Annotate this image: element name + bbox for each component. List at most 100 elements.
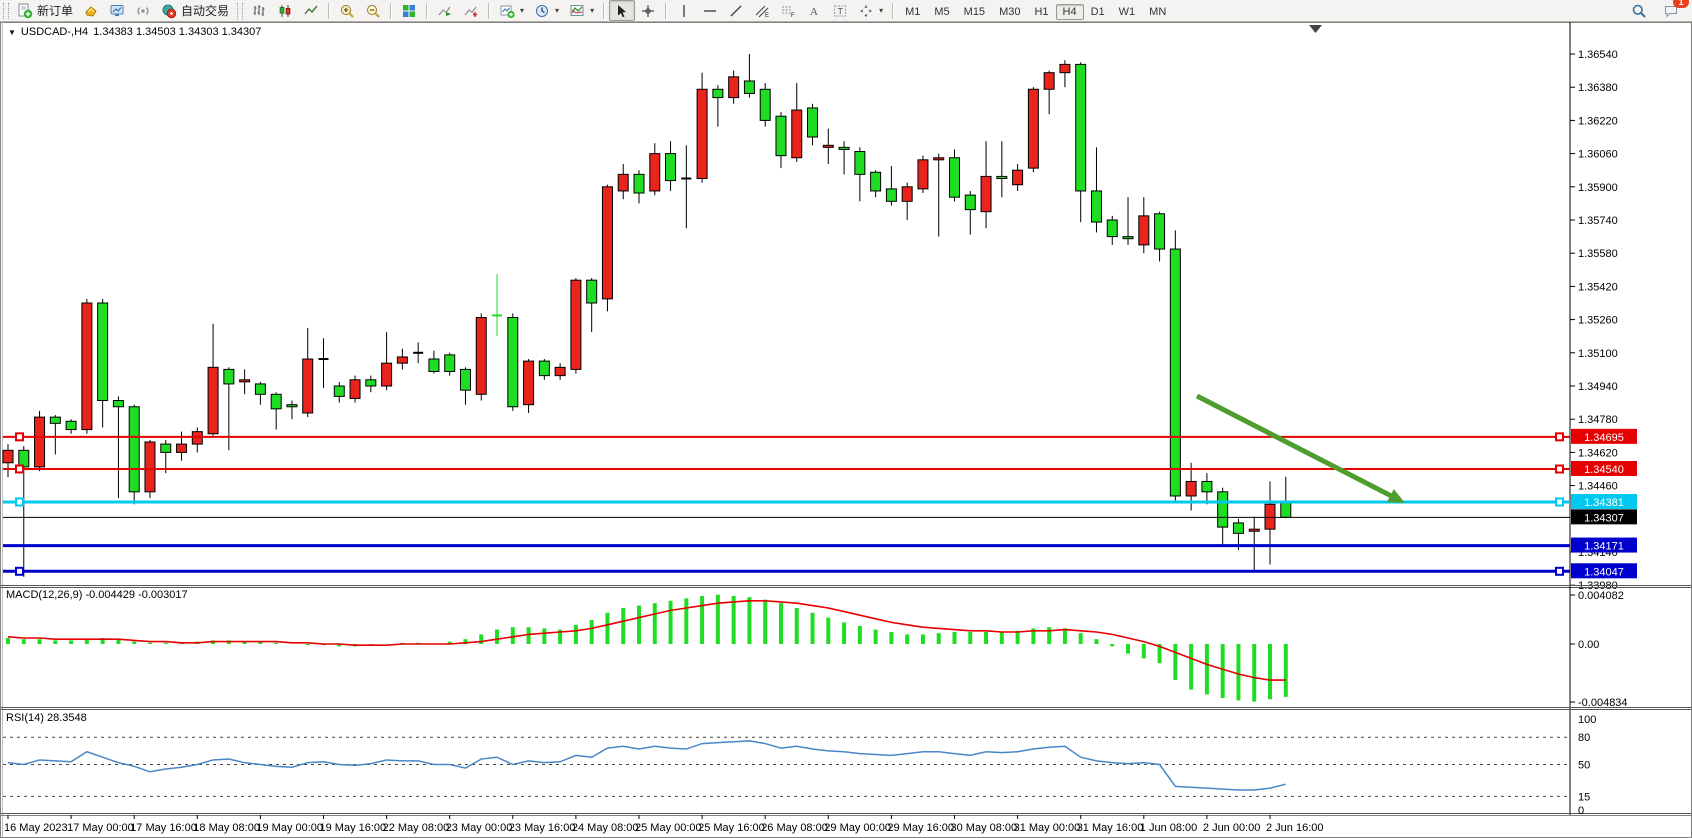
candle-body bbox=[760, 89, 770, 120]
candle-body bbox=[1202, 481, 1212, 491]
virtual-hosting-button[interactable] bbox=[104, 0, 130, 21]
periods-button[interactable]: ▾ bbox=[529, 0, 564, 21]
candle-body bbox=[145, 442, 155, 492]
search-button[interactable] bbox=[1626, 0, 1652, 21]
auto-scroll-button[interactable] bbox=[432, 0, 458, 21]
timeframe-button-H4[interactable]: H4 bbox=[1056, 4, 1084, 20]
zoom-in-button[interactable] bbox=[334, 0, 360, 21]
candle-body bbox=[1028, 89, 1038, 168]
new-chart-button[interactable]: ▾ bbox=[494, 0, 529, 21]
candle-body bbox=[113, 401, 123, 407]
candle-body bbox=[3, 450, 13, 462]
price-axis-tick-label: 1.35740 bbox=[1578, 215, 1618, 227]
zoom-in-icon bbox=[339, 3, 355, 19]
search-icon bbox=[1631, 3, 1647, 19]
cursor-tool-button[interactable] bbox=[609, 0, 635, 21]
zoom-out-icon bbox=[365, 3, 381, 19]
macd-indicator-label: MACD(12,26,9) -0.004429 -0.003017 bbox=[6, 589, 188, 601]
line-handle[interactable] bbox=[16, 466, 23, 473]
candle-body bbox=[271, 394, 281, 409]
crosshair-tool-button[interactable] bbox=[635, 0, 661, 21]
toolbar-grip[interactable] bbox=[237, 3, 243, 19]
svg-text:A: A bbox=[810, 6, 818, 18]
vertical-line-tool-button[interactable] bbox=[671, 0, 697, 21]
zoom-out-button[interactable] bbox=[360, 0, 386, 21]
horizontal-line-tool-button[interactable] bbox=[697, 0, 723, 21]
trendline-tool-button[interactable] bbox=[723, 0, 749, 21]
new-order-button[interactable]: 新订单 bbox=[12, 0, 78, 21]
price-axis-tick-label: 1.36380 bbox=[1578, 82, 1618, 94]
one-click-trading-collapse-icon[interactable]: ▼ bbox=[8, 28, 16, 37]
price-line-badge-label: 1.34047 bbox=[1584, 566, 1624, 578]
chart-window[interactable]: 1.365401.363801.362201.360601.359001.357… bbox=[0, 22, 1692, 838]
price-axis-tick-label: 1.36060 bbox=[1578, 149, 1618, 161]
tile-windows-button[interactable] bbox=[396, 0, 422, 21]
algo-trading-button[interactable]: 自动交易 bbox=[156, 0, 234, 21]
fibonacci-tool-button[interactable]: F bbox=[775, 0, 801, 21]
indicators-button[interactable]: ▾ bbox=[564, 0, 599, 21]
text-tool-button[interactable]: A bbox=[801, 0, 827, 21]
candle-body bbox=[1233, 523, 1243, 533]
timeframe-button-M5[interactable]: M5 bbox=[927, 4, 956, 20]
equidistant-channel-tool-button[interactable]: E bbox=[749, 0, 775, 21]
time-axis-label: 19 May 16:00 bbox=[320, 822, 387, 834]
candle-body bbox=[476, 318, 486, 395]
dropdown-caret-icon: ▾ bbox=[879, 6, 883, 15]
candle-body bbox=[918, 160, 928, 189]
timeframe-button-M15[interactable]: M15 bbox=[957, 4, 992, 20]
timeframe-button-D1[interactable]: D1 bbox=[1084, 4, 1112, 20]
clock-icon bbox=[534, 3, 550, 19]
price-axis-tick-label: 1.36220 bbox=[1578, 115, 1618, 127]
timeframe-button-MN[interactable]: MN bbox=[1142, 4, 1173, 20]
horizontal-line-icon bbox=[702, 3, 718, 19]
line-handle[interactable] bbox=[1556, 568, 1563, 575]
timeframe-button-H1[interactable]: H1 bbox=[1027, 4, 1055, 20]
time-axis-label: 26 May 08:00 bbox=[761, 822, 828, 834]
timeframe-button-W1[interactable]: W1 bbox=[1112, 4, 1143, 20]
line-handle[interactable] bbox=[16, 568, 23, 575]
candle-body bbox=[1281, 502, 1291, 518]
text-label-tool-button[interactable]: T bbox=[827, 0, 853, 21]
candle-body bbox=[35, 417, 45, 467]
toolbar-grip[interactable] bbox=[3, 3, 9, 19]
time-axis-label: 23 May 00:00 bbox=[446, 822, 513, 834]
toolbar-right-group: 1 bbox=[1626, 0, 1692, 21]
svg-text:T: T bbox=[838, 6, 844, 16]
chart-shift-button[interactable] bbox=[458, 0, 484, 21]
svg-text:E: E bbox=[765, 13, 769, 19]
candle-body bbox=[397, 357, 407, 363]
line-handle[interactable] bbox=[16, 433, 23, 440]
candle-body bbox=[792, 110, 802, 158]
timeframe-button-M30[interactable]: M30 bbox=[992, 4, 1027, 20]
time-axis-label: 1 Jun 08:00 bbox=[1140, 822, 1198, 834]
macd-axis-label: -0.004834 bbox=[1578, 697, 1628, 709]
candle-body bbox=[255, 384, 265, 394]
candle-body bbox=[602, 187, 612, 299]
time-axis-label: 17 May 16:00 bbox=[130, 822, 197, 834]
notifications-button[interactable]: 1 bbox=[1658, 0, 1684, 21]
candlestick-chart-button[interactable] bbox=[272, 0, 298, 21]
main-toolbar: 新订单 bbox=[0, 0, 1692, 22]
price-chart-canvas[interactable]: 1.365401.363801.362201.360601.359001.357… bbox=[0, 22, 1692, 838]
line-chart-button[interactable] bbox=[298, 0, 324, 21]
signals-button[interactable] bbox=[130, 0, 156, 21]
toolbar-separator bbox=[665, 3, 667, 19]
candle-body bbox=[161, 444, 171, 452]
arrows-tool-button[interactable]: ▾ bbox=[853, 0, 888, 21]
rsi-axis-label: 50 bbox=[1578, 760, 1590, 772]
candle-body bbox=[839, 147, 849, 149]
price-axis-tick-label: 1.35260 bbox=[1578, 315, 1618, 327]
candle-body bbox=[1186, 481, 1196, 496]
depth-of-market-button[interactable] bbox=[78, 0, 104, 21]
line-handle[interactable] bbox=[16, 498, 23, 505]
timeframe-button-M1[interactable]: M1 bbox=[898, 4, 927, 20]
line-handle[interactable] bbox=[1556, 466, 1563, 473]
time-axis-label: 2 Jun 16:00 bbox=[1266, 822, 1324, 834]
candle-body bbox=[1170, 249, 1180, 496]
line-handle[interactable] bbox=[1556, 433, 1563, 440]
time-axis-label: 24 May 08:00 bbox=[572, 822, 639, 834]
bar-chart-button[interactable] bbox=[246, 0, 272, 21]
candle-body bbox=[539, 361, 549, 376]
line-handle[interactable] bbox=[1556, 498, 1563, 505]
price-line-badge-label: 1.34381 bbox=[1584, 497, 1624, 509]
